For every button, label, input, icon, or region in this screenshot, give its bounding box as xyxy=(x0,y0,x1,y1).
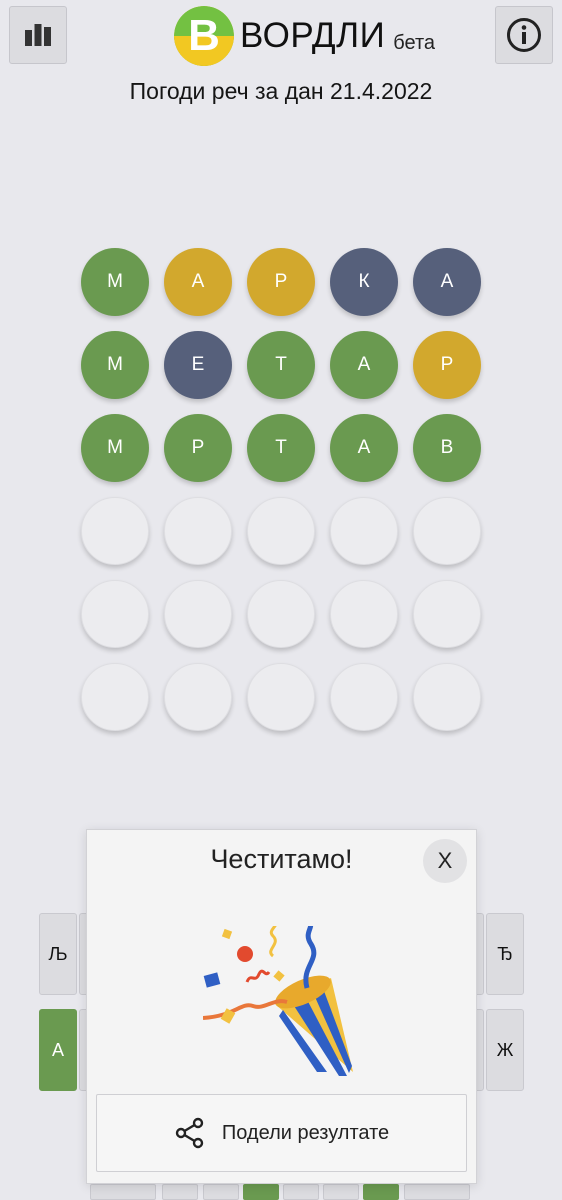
board-row xyxy=(81,497,481,565)
letter-tile: М xyxy=(81,414,149,482)
key-label: А xyxy=(51,1039,64,1060)
empty-tile xyxy=(330,580,398,648)
empty-tile xyxy=(247,663,315,731)
key-label: Ђ xyxy=(497,943,513,964)
letter-tile: Т xyxy=(247,414,315,482)
empty-tile xyxy=(413,497,481,565)
share-results-button[interactable]: Подели резултате xyxy=(96,1094,467,1172)
empty-tile xyxy=(330,663,398,731)
empty-tile xyxy=(247,580,315,648)
letter-tile: А xyxy=(164,248,232,316)
key-label: Ж xyxy=(496,1039,514,1060)
key-partial-bottom[interactable] xyxy=(90,1184,156,1200)
info-icon xyxy=(507,18,541,52)
empty-tile xyxy=(81,663,149,731)
logo-letter: В xyxy=(188,11,220,60)
key-partial-bottom[interactable] xyxy=(203,1184,239,1200)
letter-tile: В xyxy=(413,414,481,482)
key-partial-bottom[interactable] xyxy=(162,1184,198,1200)
board-row: МРТАВ xyxy=(81,414,481,482)
key-lj[interactable]: Љ xyxy=(39,913,77,995)
key-partial-bottom[interactable] xyxy=(243,1184,279,1200)
key-partial-bottom[interactable] xyxy=(363,1184,399,1200)
app-logo: В ВОРДЛИ бета xyxy=(174,6,435,66)
board-row: МАРКА xyxy=(81,248,481,316)
key-a[interactable]: А xyxy=(39,1009,77,1091)
key-partial-bottom[interactable] xyxy=(283,1184,319,1200)
empty-tile xyxy=(81,497,149,565)
empty-tile xyxy=(164,497,232,565)
letter-tile: А xyxy=(413,248,481,316)
key-label: Љ xyxy=(48,943,68,964)
empty-tile xyxy=(164,663,232,731)
game-board: МАРКАМЕТАРМРТАВ xyxy=(81,248,481,746)
board-row xyxy=(81,663,481,731)
letter-tile: А xyxy=(330,331,398,399)
board-row xyxy=(81,580,481,648)
empty-tile xyxy=(247,497,315,565)
letter-tile: А xyxy=(330,414,398,482)
letter-tile: Р xyxy=(164,414,232,482)
key-dj[interactable]: Ђ xyxy=(486,913,524,995)
share-label: Подели резултате xyxy=(221,1121,390,1144)
letter-tile: Т xyxy=(247,331,315,399)
app-title: ВОРДЛИ xyxy=(240,16,386,55)
bar-chart-icon xyxy=(25,24,51,46)
letter-tile: М xyxy=(81,248,149,316)
letter-tile: М xyxy=(81,331,149,399)
logo-badge: В xyxy=(174,6,234,66)
info-button[interactable] xyxy=(495,6,553,64)
empty-tile xyxy=(164,580,232,648)
share-icon xyxy=(175,1117,204,1149)
stats-button[interactable] xyxy=(9,6,67,64)
congratulations-modal: Честитамо! X Подели резултате xyxy=(86,829,477,1184)
letter-tile: Р xyxy=(247,248,315,316)
close-label: X xyxy=(437,848,453,873)
empty-tile xyxy=(413,580,481,648)
empty-tile xyxy=(330,497,398,565)
close-button[interactable]: X xyxy=(423,839,467,883)
letter-tile: К xyxy=(330,248,398,316)
party-popper-icon xyxy=(203,926,353,1076)
empty-tile xyxy=(413,663,481,731)
letter-tile: Р xyxy=(413,331,481,399)
key-partial-bottom[interactable] xyxy=(404,1184,470,1200)
board-row: МЕТАР xyxy=(81,331,481,399)
modal-title: Честитамо! xyxy=(210,844,353,874)
beta-label: бета xyxy=(393,31,435,54)
letter-tile: Е xyxy=(164,331,232,399)
empty-tile xyxy=(81,580,149,648)
daily-subtitle: Погоди реч за дан 21.4.2022 xyxy=(129,78,433,104)
key-partial-bottom[interactable] xyxy=(323,1184,359,1200)
key-zh[interactable]: Ж xyxy=(486,1009,524,1091)
